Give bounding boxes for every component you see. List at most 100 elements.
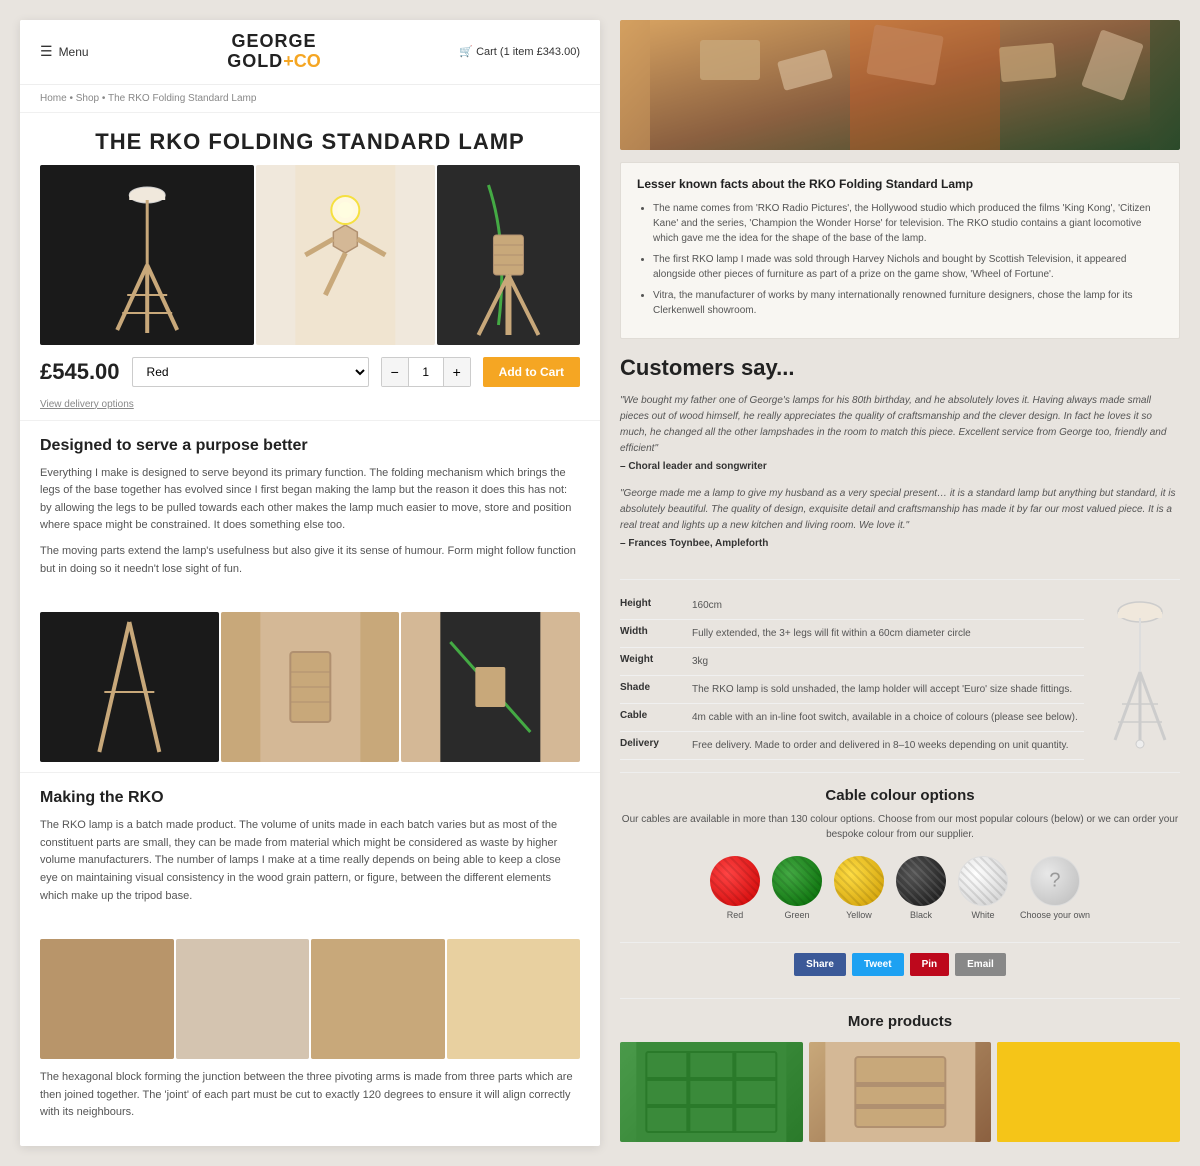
color-option-green: Green: [772, 856, 822, 920]
left-panel: ☰ Menu GEORGE GOLD+CO 🛒 Cart (1 item £34…: [20, 20, 600, 1146]
color-option-custom: ? Choose your own: [1020, 856, 1090, 920]
making-heading: Making the RKO: [40, 789, 580, 807]
more-product-1[interactable]: [620, 1042, 803, 1142]
share-email-button[interactable]: Email: [955, 953, 1006, 976]
menu-toggle[interactable]: ☰ Menu: [40, 43, 89, 60]
spec-value-weight: 3kg: [692, 654, 708, 669]
add-to-cart-button[interactable]: Add to Cart: [483, 357, 580, 387]
color-label-green: Green: [784, 910, 809, 920]
spec-row-weight: Weight 3kg: [620, 648, 1084, 676]
spec-label-shade: Shade: [620, 682, 680, 697]
logo-gold: GOLD: [227, 51, 283, 71]
delivery-link[interactable]: View delivery options: [20, 399, 600, 420]
review-2-text: "George made me a lamp to give my husban…: [620, 486, 1180, 534]
product-title-section: THE RKO FOLDING STANDARD LAMP: [20, 113, 600, 165]
spec-value-height: 160cm: [692, 598, 722, 613]
qty-input[interactable]: [408, 358, 444, 386]
breadcrumb-home[interactable]: Home: [40, 93, 67, 104]
making-text-1: The RKO lamp is a batch made product. Th…: [40, 817, 580, 905]
site-header: ☰ Menu GEORGE GOLD+CO 🛒 Cart (1 item £34…: [20, 20, 600, 85]
hamburger-icon: ☰: [40, 43, 53, 60]
lamp-illustration: [1100, 592, 1180, 760]
share-facebook-button[interactable]: Share: [794, 953, 846, 976]
cable-title: Cable colour options: [620, 787, 1180, 804]
cable-section: Cable colour options Our cables are avai…: [620, 772, 1180, 930]
gallery-image-2: [221, 612, 400, 762]
qty-decrease-button[interactable]: −: [382, 358, 408, 386]
more-products-title: More products: [620, 1013, 1180, 1030]
price: £545.00: [40, 359, 120, 385]
color-black[interactable]: [896, 856, 946, 906]
color-select[interactable]: Red Green Yellow Black White: [132, 357, 369, 387]
breadcrumb: Home • Shop • The RKO Folding Standard L…: [20, 85, 600, 113]
color-custom[interactable]: ?: [1030, 856, 1080, 906]
fact-2: The first RKO lamp I made was sold throu…: [653, 252, 1163, 282]
spec-value-delivery: Free delivery. Made to order and deliver…: [692, 738, 1069, 753]
product-image-secondary: [256, 165, 435, 345]
product-image-third: [437, 165, 580, 345]
gallery-image-6: [311, 939, 445, 1059]
color-green[interactable]: [772, 856, 822, 906]
spec-label-delivery: Delivery: [620, 738, 680, 753]
cart-info[interactable]: 🛒 Cart (1 item £343.00): [459, 45, 580, 58]
spec-row-delivery: Delivery Free delivery. Made to order an…: [620, 732, 1084, 760]
more-product-3[interactable]: [997, 1042, 1180, 1142]
color-option-black: Black: [896, 856, 946, 920]
gallery-image-7: [447, 939, 581, 1059]
facts-list: The name comes from 'RKO Radio Pictures'…: [637, 201, 1163, 318]
gallery-row-1: [20, 612, 600, 762]
color-white[interactable]: [958, 856, 1008, 906]
gallery-image-3: [401, 612, 580, 762]
review-1-text: "We bought my father one of George's lam…: [620, 393, 1180, 457]
color-yellow[interactable]: [834, 856, 884, 906]
spec-value-width: Fully extended, the 3+ legs will fit wit…: [692, 626, 971, 641]
product-title: THE RKO FOLDING STANDARD LAMP: [40, 129, 580, 155]
customers-say-title: Customers say...: [620, 355, 1180, 381]
qty-controls: − +: [381, 357, 471, 387]
lamp-image-1: [40, 165, 254, 345]
more-products-grid: [620, 1042, 1180, 1142]
spec-label-cable: Cable: [620, 710, 680, 725]
more-products-section: More products: [620, 998, 1180, 1142]
purpose-heading: Designed to serve a purpose better: [40, 437, 580, 455]
product-image-main: [40, 165, 254, 345]
purpose-section: Designed to serve a purpose better Every…: [20, 420, 600, 603]
color-options: Red Green Yellow: [620, 856, 1180, 920]
purpose-text-2: The moving parts extend the lamp's usefu…: [40, 543, 580, 578]
logo-co: CO: [294, 51, 321, 71]
color-option-yellow: Yellow: [834, 856, 884, 920]
color-label-black: Black: [910, 910, 932, 920]
logo-plus: +: [283, 51, 294, 71]
color-label-custom: Choose your own: [1020, 910, 1090, 920]
gallery-image-5: [176, 939, 310, 1059]
spec-row-shade: Shade The RKO lamp is sold unshaded, the…: [620, 676, 1084, 704]
color-label-yellow: Yellow: [846, 910, 872, 920]
customers-say-section: Customers say... "We bought my father on…: [620, 351, 1180, 567]
menu-label: Menu: [59, 45, 89, 59]
price-section: £545.00 Red Green Yellow Black White − +…: [20, 345, 600, 399]
color-option-white: White: [958, 856, 1008, 920]
breadcrumb-shop[interactable]: Shop: [76, 93, 99, 104]
qty-increase-button[interactable]: +: [444, 358, 470, 386]
product-images: [20, 165, 600, 345]
facts-box: Lesser known facts about the RKO Folding…: [620, 162, 1180, 339]
review-1-author: – Choral leader and songwriter: [620, 461, 1180, 472]
color-label-white: White: [971, 910, 994, 920]
making-text-2: The hexagonal block forming the junction…: [40, 1069, 580, 1122]
spec-label-height: Height: [620, 598, 680, 613]
color-option-red: Red: [710, 856, 760, 920]
share-twitter-button[interactable]: Tweet: [852, 953, 904, 976]
lamp-image-2: [256, 165, 435, 345]
site-logo: GEORGE GOLD+CO: [227, 32, 321, 72]
review-2-author: – Frances Toynbee, Ampleforth: [620, 538, 1180, 549]
making-text-section-2: The hexagonal block forming the junction…: [20, 1069, 600, 1146]
review-2: "George made me a lamp to give my husban…: [620, 486, 1180, 549]
spec-row-cable: Cable 4m cable with an in-line foot swit…: [620, 704, 1084, 732]
specs-wrapper: Height 160cm Width Fully extended, the 3…: [620, 579, 1180, 760]
color-label-red: Red: [727, 910, 744, 920]
share-pinterest-button[interactable]: Pin: [910, 953, 950, 976]
specs-table: Height 160cm Width Fully extended, the 3…: [620, 592, 1084, 760]
color-red[interactable]: [710, 856, 760, 906]
spec-label-weight: Weight: [620, 654, 680, 669]
more-product-2[interactable]: [809, 1042, 992, 1142]
